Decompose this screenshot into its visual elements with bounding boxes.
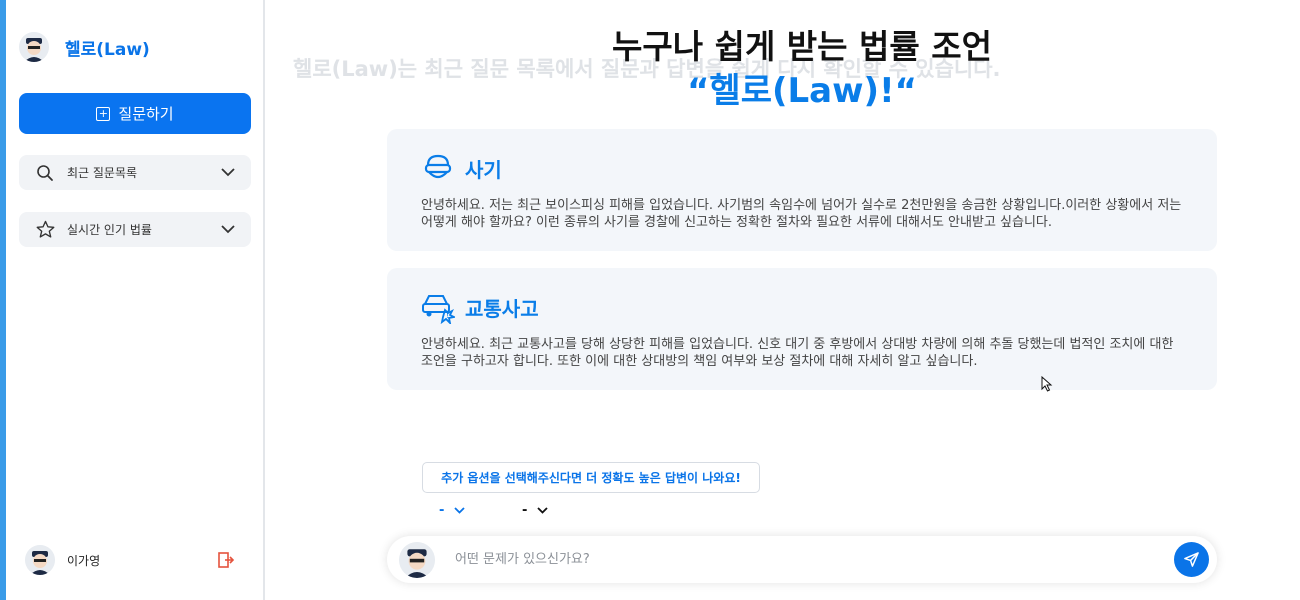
menu-popular-laws-label: 실시간 인기 법률 xyxy=(67,223,152,237)
brand[interactable]: 헬로(Law) xyxy=(19,32,150,62)
user-name: 이가영 xyxy=(67,553,101,568)
masked-thief-icon xyxy=(421,151,455,185)
plus-square-icon: + xyxy=(96,106,111,121)
example-card-traffic[interactable]: ! 교통사고 안녕하세요. 최근 교통사고를 당해 상당한 피해를 입었습니다.… xyxy=(387,268,1217,390)
question-input[interactable] xyxy=(455,552,1174,567)
chevron-down-icon[interactable] xyxy=(221,168,235,177)
headline-brand: “헬로(Law)!“ xyxy=(687,71,917,111)
sidebar: 헬로(Law) + 질문하기 최근 질문목록 실시간 인기 법률 이가영 xyxy=(6,0,265,600)
menu-popular-laws[interactable]: 실시간 인기 법률 xyxy=(19,212,251,247)
additional-options-button[interactable]: 추가 옵션을 선택해주신다면 더 정확도 높은 답변이 나와요! xyxy=(422,462,760,493)
card-text: 안녕하세요. 최근 교통사고를 당해 상당한 피해를 입었습니다. 신호 대기 … xyxy=(421,337,1174,369)
send-icon xyxy=(1184,552,1199,567)
ask-question-button[interactable]: + 질문하기 xyxy=(19,93,251,134)
chevron-down-icon xyxy=(454,503,466,518)
card-title: 교통사고 xyxy=(465,296,539,321)
example-card-fraud[interactable]: 사기 안녕하세요. 저는 최근 보이스피싱 피해를 입었습니다. 사기범의 속임… xyxy=(387,129,1217,251)
chat-composer xyxy=(387,536,1217,583)
star-icon xyxy=(35,220,55,239)
mascot-avatar xyxy=(399,541,435,578)
menu-recent-questions-label: 최근 질문목록 xyxy=(67,166,138,180)
card-text: 안녕하세요. 저는 최근 보이스피싱 피해를 입었습니다. 사기범의 속임수에 … xyxy=(421,198,1182,230)
option-select-2[interactable]: - xyxy=(522,503,549,518)
car-accident-icon: ! xyxy=(421,290,455,324)
menu-recent-questions[interactable]: 최근 질문목록 xyxy=(19,155,251,190)
option-select-1-value: - xyxy=(439,503,445,518)
send-button[interactable] xyxy=(1174,542,1209,577)
search-icon xyxy=(35,164,55,182)
brand-name: 헬로(Law) xyxy=(65,39,150,60)
user-avatar xyxy=(25,545,55,575)
user-profile: 이가영 xyxy=(25,545,235,575)
card-title: 사기 xyxy=(465,157,502,182)
ask-question-label: 질문하기 xyxy=(118,105,174,123)
chevron-down-icon xyxy=(537,503,549,518)
headline: 누구나 쉽게 받는 법률 조언 xyxy=(612,27,992,66)
chevron-down-icon[interactable] xyxy=(221,225,235,234)
option-select-1[interactable]: - xyxy=(439,503,466,518)
mouse-cursor-icon xyxy=(1041,376,1053,392)
option-select-2-value: - xyxy=(522,503,528,518)
main-content: 헬로(Law)는 최근 질문 목록에서 질문과 답변을 쉽게 다시 확인할 수 … xyxy=(267,0,1300,600)
logout-icon[interactable] xyxy=(217,551,235,569)
svg-text:!: ! xyxy=(446,312,449,320)
mascot-avatar xyxy=(19,32,49,62)
